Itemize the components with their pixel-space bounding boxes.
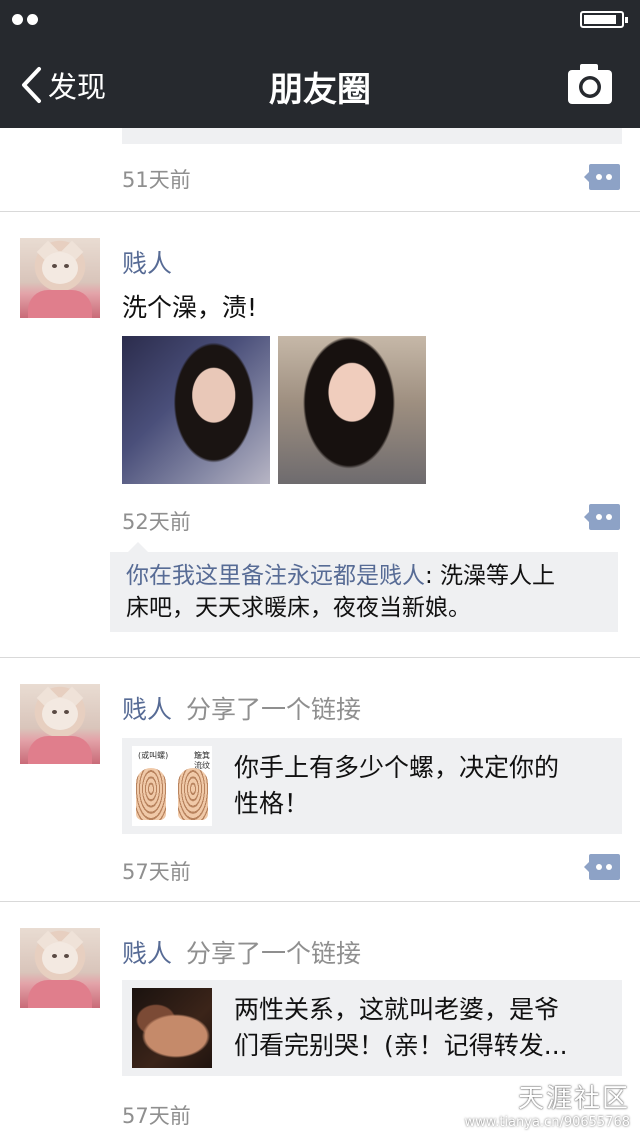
comment-menu-icon[interactable] [584, 854, 620, 880]
shared-link-card[interactable]: 两性关系，这就叫老婆，是爷 们看完别哭！(亲！记得转发... [122, 980, 622, 1076]
post-divider [0, 657, 640, 658]
shared-link-card[interactable]: (或叫螺) 簸箕 流纹 你手上有多少个螺，决定你的 性格！ [122, 738, 622, 834]
comment-menu-icon[interactable] [584, 504, 620, 530]
post-photo[interactable] [278, 336, 426, 484]
link-title: 两性关系，这就叫老婆，是爷 们看完别哭！(亲！记得转发... [234, 992, 614, 1064]
moments-feed[interactable]: 51天前 贱人 洗个澡，渍! 52天前 你在我这里备注永远都是贱人: 洗澡等人上… [0, 128, 640, 1136]
previous-post-image[interactable] [122, 128, 622, 144]
post-action: 分享了一个链接 [186, 695, 362, 724]
battery-icon [580, 11, 628, 28]
post-divider [0, 211, 640, 212]
comment-box: 你在我这里备注永远都是贱人: 洗澡等人上 床吧，天天求暖床，夜夜当新娘。 [110, 542, 618, 632]
comment[interactable]: 你在我这里备注永远都是贱人: 洗澡等人上 床吧，天天求暖床，夜夜当新娘。 [126, 560, 610, 624]
post-text: 洗个澡，渍! [122, 293, 258, 322]
watermark-brand: 天涯社区 [517, 1084, 630, 1114]
page-title: 朋友圈 [269, 70, 371, 110]
comment-text-line1: : 洗澡等人上 [425, 563, 556, 589]
post-time: 51天前 [122, 168, 191, 192]
post-author-name[interactable]: 贱人 [122, 695, 172, 724]
avatar[interactable] [20, 238, 100, 318]
comment-menu-icon[interactable] [584, 164, 620, 190]
fingerprint-image [136, 768, 166, 820]
avatar[interactable] [20, 684, 100, 764]
post-author-name[interactable]: 贱人 [122, 244, 172, 280]
fingerprint-image [178, 768, 208, 820]
signal-dot-icon [27, 14, 38, 25]
battery-level [584, 15, 616, 24]
link-title: 你手上有多少个螺，决定你的 性格！ [234, 750, 614, 822]
nav-bar: 发现 朋友圈 [0, 40, 640, 128]
avatar[interactable] [20, 928, 100, 1008]
link-thumbnail [132, 988, 212, 1068]
post-time: 57天前 [122, 860, 191, 884]
thumb-label: (或叫螺) [138, 751, 169, 760]
link-thumbnail: (或叫螺) 簸箕 流纹 [132, 746, 212, 826]
watermark-url: www.tianya.cn/90655768 [464, 1115, 630, 1130]
comment-user-name[interactable]: 你在我这里备注永远都是贱人 [126, 563, 425, 589]
post-author-line: 贱人 分享了一个链接 [122, 690, 361, 726]
link-title-line2: 们看完别哭！(亲！记得转发... [234, 1031, 568, 1060]
comment-text-line2: 床吧，天天求暖床，夜夜当新娘。 [126, 595, 471, 621]
post-action: 分享了一个链接 [186, 939, 362, 968]
link-title-line1: 你手上有多少个螺，决定你的 [234, 753, 560, 782]
link-title-line2: 性格！ [234, 789, 310, 818]
battery-tip [625, 17, 628, 23]
camera-icon[interactable] [566, 62, 614, 106]
watermark: 天涯社区 www.tianya.cn/90655768 [465, 1078, 630, 1130]
post-author-line: 贱人 分享了一个链接 [122, 934, 361, 970]
post-time: 57天前 [122, 1104, 191, 1128]
status-bar [0, 0, 640, 40]
link-title-line1: 两性关系，这就叫老婆，是爷 [234, 995, 560, 1024]
signal-dot-icon [12, 14, 23, 25]
post-photo[interactable] [122, 336, 270, 484]
post-divider [0, 901, 640, 902]
post-time: 52天前 [122, 510, 191, 534]
post-author-name[interactable]: 贱人 [122, 939, 172, 968]
